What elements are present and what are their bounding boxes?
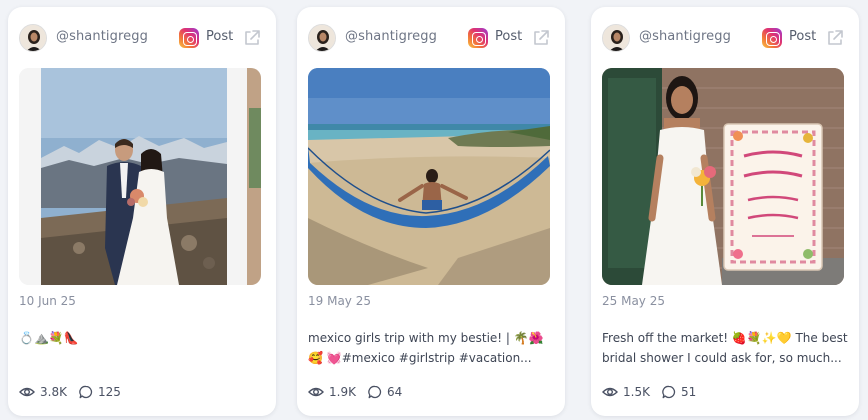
views-stat: 1.5K xyxy=(602,385,650,399)
views-stat: 3.8K xyxy=(19,385,67,399)
post-date: 25 May 25 xyxy=(602,294,665,308)
avatar[interactable] xyxy=(308,24,336,52)
post-stats: 1.9K 64 xyxy=(308,383,414,401)
comments-count: 51 xyxy=(680,385,697,399)
instagram-icon xyxy=(179,28,199,48)
post-date: 10 Jun 25 xyxy=(19,294,76,308)
post-caption: 💍⛰️💐👠 xyxy=(19,331,79,345)
post-image[interactable] xyxy=(308,68,550,285)
post-image[interactable] xyxy=(602,68,844,285)
post-type-label: Post xyxy=(206,29,234,44)
comments-count: 64 xyxy=(386,385,403,399)
account-handle[interactable]: @shantigregg xyxy=(345,29,437,44)
external-link-icon[interactable] xyxy=(531,28,551,48)
comments-count: 125 xyxy=(97,385,121,399)
eye-icon xyxy=(19,387,35,397)
comment-icon xyxy=(79,385,93,399)
post-card[interactable]: @shantigregg Post 10 Jun 25 💍⛰️💐👠 3.8K 1… xyxy=(8,7,276,416)
card-header: @shantigregg Post xyxy=(297,24,565,52)
post-date: 19 May 25 xyxy=(308,294,371,308)
views-count: 3.8K xyxy=(40,385,67,399)
post-type-label: Post xyxy=(495,29,523,44)
instagram-icon xyxy=(762,28,782,48)
instagram-icon xyxy=(468,28,488,48)
external-link-icon[interactable] xyxy=(825,28,845,48)
views-stat: 1.9K xyxy=(308,385,356,399)
post-type-label: Post xyxy=(789,29,817,44)
views-count: 1.9K xyxy=(329,385,356,399)
card-header: @shantigregg Post xyxy=(591,24,859,52)
post-card[interactable]: @shantigregg Post 19 May 25 mexico girls… xyxy=(297,7,565,416)
external-link-icon[interactable] xyxy=(242,28,262,48)
eye-icon xyxy=(602,387,618,397)
account-handle[interactable]: @shantigregg xyxy=(56,29,148,44)
avatar[interactable] xyxy=(602,24,630,52)
comments-stat: 64 xyxy=(368,385,402,399)
post-stats: 3.8K 125 xyxy=(19,383,133,401)
comments-stat: 51 xyxy=(662,385,696,399)
views-count: 1.5K xyxy=(623,385,650,399)
card-header: @shantigregg Post xyxy=(8,24,276,52)
comment-icon xyxy=(368,385,382,399)
post-card[interactable]: @shantigregg Post 25 May 25 Fresh off th… xyxy=(591,7,859,416)
post-stats: 1.5K 51 xyxy=(602,383,708,401)
eye-icon xyxy=(308,387,324,397)
avatar[interactable] xyxy=(19,24,47,52)
comments-stat: 125 xyxy=(79,385,121,399)
post-image[interactable] xyxy=(19,68,261,285)
account-handle[interactable]: @shantigregg xyxy=(639,29,731,44)
post-caption: mexico girls trip with my bestie! | 🌴🌺🥰 … xyxy=(308,331,544,365)
comment-icon xyxy=(662,385,676,399)
post-caption: Fresh off the market! 🍓💐✨💛 The best brid… xyxy=(602,331,848,365)
